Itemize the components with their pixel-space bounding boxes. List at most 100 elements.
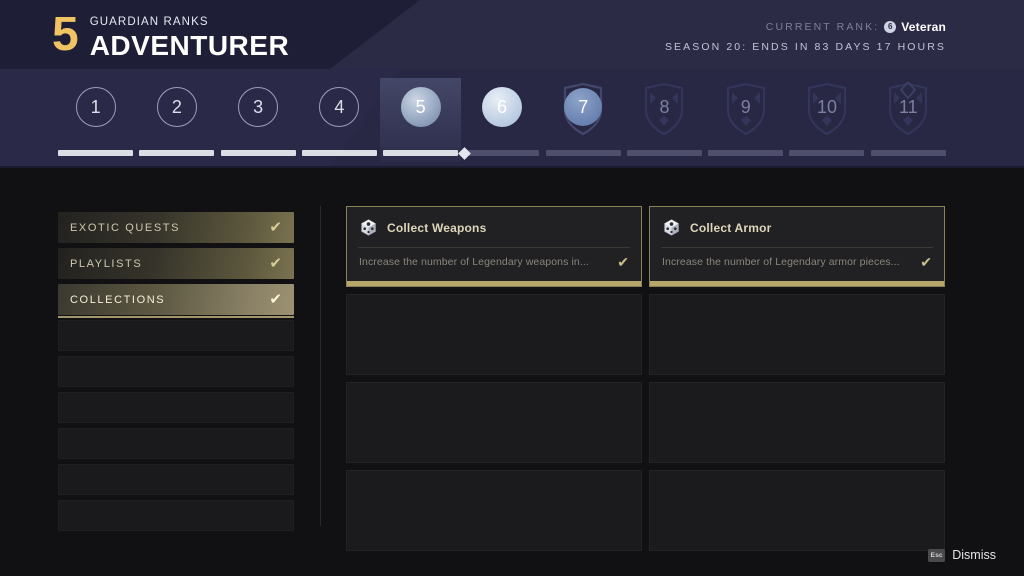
rank-marker-1: 1	[75, 86, 117, 128]
current-rank-row: CURRENT RANK: 6 Veteran	[665, 20, 946, 34]
rank-node-11[interactable]: 11	[868, 78, 949, 162]
content-area: EXOTIC QUESTS ✔ PLAYLISTS ✔ COLLECTIONS ✔ Col…	[0, 168, 1024, 576]
vertical-divider	[320, 206, 321, 526]
check-icon: ✔	[617, 254, 629, 270]
objective-card-collect-armor[interactable]: Collect Armor Increase the number of Lege…	[649, 206, 945, 287]
sidebar-item-label: PLAYLISTS	[70, 257, 143, 270]
category-sidebar: EXOTIC QUESTS ✔ PLAYLISTS ✔ COLLECTIONS ✔	[58, 212, 294, 536]
rank-marker-4: 4	[318, 86, 360, 128]
rank-label: 4	[334, 97, 345, 117]
rank-node-3[interactable]: 3	[218, 78, 299, 162]
rank-node-10[interactable]: 10	[786, 78, 867, 162]
card-progress-bar	[347, 281, 641, 286]
rank-title-group: 5 GUARDIAN RANKS ADVENTURER	[52, 10, 289, 62]
objective-card-collect-weapons[interactable]: Collect Weapons Increase the number of Le…	[346, 206, 642, 287]
crystal-cube-icon	[361, 219, 376, 236]
rank-progress-segment	[708, 150, 784, 156]
card-header: Collect Armor	[650, 207, 944, 237]
sidebar-empty-slot	[58, 356, 294, 387]
dismiss-control[interactable]: Esc Dismiss	[928, 548, 996, 562]
card-row	[346, 470, 946, 551]
card-row	[346, 294, 946, 375]
rank-circle-outline: 2	[156, 87, 197, 127]
rank-marker-5: 5	[400, 86, 442, 128]
rank-progress-segment	[139, 150, 215, 156]
objective-card-empty	[649, 382, 945, 463]
card-description: Increase the number of Legendary armor p…	[662, 256, 900, 268]
dismiss-label: Dismiss	[952, 548, 996, 562]
objective-card-empty	[649, 294, 945, 375]
check-icon: ✔	[269, 255, 282, 272]
rank-progress-segment	[464, 150, 540, 156]
rank-progress-segment	[789, 150, 865, 156]
sidebar-item-label: EXOTIC QUESTS	[70, 221, 181, 234]
current-rank-value: Veteran	[901, 20, 946, 34]
rank-node-1[interactable]: 1	[55, 78, 136, 162]
esc-key-icon: Esc	[928, 548, 946, 562]
rank-circle-next: 6	[481, 87, 522, 127]
card-progress-fill	[650, 281, 944, 286]
rank-marker-9: 9	[725, 86, 767, 128]
sidebar-item-playlists[interactable]: PLAYLISTS ✔	[58, 248, 294, 279]
rank-progress-segment	[545, 150, 621, 156]
objective-card-empty	[346, 470, 642, 551]
rank-marker-10: 10	[806, 86, 848, 128]
card-row	[346, 382, 946, 463]
guardian-ranks-screen: 5 GUARDIAN RANKS ADVENTURER CURRENT RANK…	[0, 0, 1024, 576]
objective-card-empty	[649, 470, 945, 551]
rank-node-6[interactable]: 6	[458, 78, 542, 162]
check-icon: ✔	[920, 254, 932, 270]
rank-node-7[interactable]: 7	[543, 78, 624, 162]
rank-label: 10	[817, 97, 838, 117]
rank-node-5[interactable]: 5	[380, 78, 462, 162]
selection-underline	[58, 316, 294, 318]
rank-progress-segment	[58, 150, 133, 156]
rank-circle-outline: 1	[75, 87, 116, 127]
rank-progress-segment	[301, 150, 377, 156]
rank-progress-marker	[458, 146, 472, 160]
sidebar-item-collections[interactable]: COLLECTIONS ✔	[58, 284, 294, 318]
rank-circle-outline: 3	[238, 87, 279, 127]
rank-label: 1	[90, 97, 101, 117]
sidebar-empty-slot	[58, 500, 294, 531]
objective-card-empty	[346, 294, 642, 375]
card-row: Collect Weapons Increase the number of Le…	[346, 206, 946, 287]
card-progress-bar	[650, 281, 944, 286]
rank-label: 3	[253, 97, 264, 117]
rank-marker-6: 6	[481, 86, 523, 128]
sidebar-item-exotic-quests[interactable]: EXOTIC QUESTS ✔	[58, 212, 294, 243]
rank-progress-fill	[139, 150, 215, 156]
crystal-cube-icon	[664, 219, 679, 236]
sidebar-item-label: COLLECTIONS	[70, 293, 166, 306]
rank-node-2[interactable]: 2	[136, 78, 217, 162]
card-title: Collect Armor	[690, 220, 772, 235]
card-title: Collect Weapons	[387, 220, 487, 235]
sidebar-empty-slot	[58, 464, 294, 495]
rank-progression-track: 1 2 3 4 5 6 7 8 9 10 11	[55, 78, 949, 162]
rank-label: 2	[171, 97, 182, 117]
rank-node-4[interactable]: 4	[299, 78, 380, 162]
rank-marker-11: 11	[887, 86, 929, 128]
rank-marker-7: 7	[562, 86, 604, 128]
rank-label: 9	[740, 97, 751, 117]
rank-progress-fill	[383, 150, 459, 156]
rank-label: 11	[898, 97, 918, 117]
current-rank-label: CURRENT RANK:	[765, 21, 880, 33]
rank-progress-segment	[870, 150, 946, 156]
rank-node-9[interactable]: 9	[705, 78, 786, 162]
rank-number: 5	[52, 8, 79, 61]
objective-card-grid: Collect Weapons Increase the number of Le…	[346, 206, 946, 558]
page-title: ADVENTURER	[89, 30, 290, 61]
season-timer: SEASON 20: ENDS IN 83 DAYS 17 HOURS	[664, 41, 946, 53]
rank-circle-outline: 4	[319, 87, 360, 127]
card-description-row: Increase the number of Legendary armor p…	[650, 248, 944, 269]
sidebar-empty-slot	[58, 392, 294, 423]
header-status-group: CURRENT RANK: 6 Veteran SEASON 20: ENDS …	[665, 20, 946, 53]
rank-node-8[interactable]: 8	[624, 78, 705, 162]
rank-progress-segment	[383, 150, 459, 156]
card-description-row: Increase the number of Legendary weapons…	[347, 248, 641, 269]
sidebar-empty-slot	[58, 428, 294, 459]
header-banner: 5 GUARDIAN RANKS ADVENTURER CURRENT RANK…	[0, 0, 1024, 168]
card-description: Increase the number of Legendary weapons…	[359, 256, 589, 268]
rank-progress-fill	[220, 150, 296, 156]
